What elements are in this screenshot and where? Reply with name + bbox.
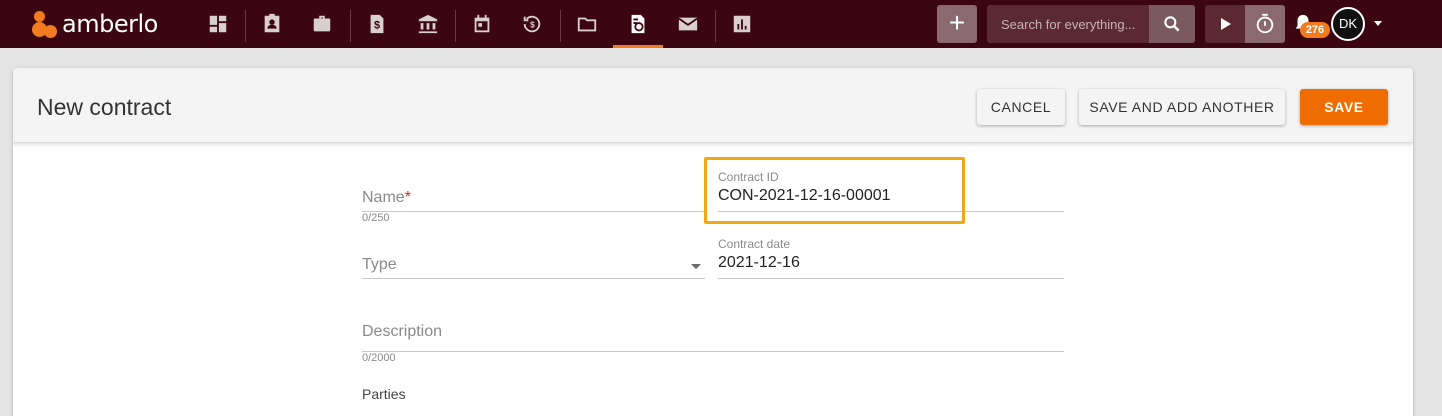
notification-count-badge: 276: [1300, 22, 1330, 38]
nav-contracts[interactable]: [613, 0, 663, 48]
nav-separator: [455, 10, 456, 42]
nav-dashboard[interactable]: [193, 0, 243, 48]
required-asterisk: *: [404, 189, 411, 206]
timer-button[interactable]: [1245, 5, 1285, 43]
briefcase-icon: [313, 15, 331, 32]
nav-billing[interactable]: $: [352, 0, 402, 48]
user-menu-chevron-down-icon[interactable]: [1374, 21, 1382, 26]
play-icon: [1221, 18, 1231, 30]
card-header: New contract CANCEL SAVE AND ADD ANOTHER…: [13, 68, 1413, 143]
search-icon: [1164, 16, 1180, 32]
type-placeholder: Type: [362, 256, 397, 273]
nav-separator: [560, 10, 561, 42]
new-contract-form-card: New contract CANCEL SAVE AND ADD ANOTHER…: [13, 68, 1413, 416]
quick-add-button[interactable]: +: [937, 5, 977, 43]
user-avatar[interactable]: DK: [1331, 7, 1365, 41]
search-input[interactable]: [987, 5, 1149, 43]
chevron-down-icon: [691, 264, 701, 269]
description-placeholder: Description: [362, 323, 443, 340]
svg-text:$: $: [374, 20, 380, 32]
contract-id-highlight-box: [704, 157, 965, 224]
global-search: [987, 5, 1195, 43]
nav-separator: [715, 10, 716, 42]
nav-contacts[interactable]: [247, 0, 297, 48]
nav-reports[interactable]: [717, 0, 767, 48]
svg-text:$: $: [530, 21, 535, 30]
save-button[interactable]: SAVE: [1300, 89, 1388, 125]
parties-section-label: Parties: [362, 386, 406, 402]
cancel-button[interactable]: CANCEL: [977, 89, 1065, 125]
name-placeholder: Name*: [362, 189, 411, 206]
type-select[interactable]: Type: [362, 253, 705, 279]
contract-date-label: Contract date: [718, 237, 791, 251]
save-and-add-another-button[interactable]: SAVE AND ADD ANOTHER: [1079, 89, 1285, 125]
nav-separator: [350, 10, 351, 42]
field-underline: [718, 278, 1064, 279]
reports-icon: [733, 15, 751, 33]
nav-time-entries[interactable]: $: [507, 0, 557, 48]
contacts-icon: [264, 13, 280, 33]
time-history-icon: $: [523, 15, 541, 33]
name-field[interactable]: Name*: [362, 186, 705, 212]
field-underline: [362, 211, 705, 212]
nav-banking[interactable]: [403, 0, 453, 48]
stopwatch-icon: [1256, 13, 1274, 34]
brand-name: amberlo: [62, 10, 158, 38]
contract-document-icon: [631, 14, 645, 34]
amberlo-logo-icon: [30, 9, 60, 39]
nav-mail[interactable]: [663, 0, 713, 48]
nav-separator: [245, 10, 246, 42]
page-title: New contract: [37, 94, 172, 120]
nav-matters[interactable]: [297, 0, 347, 48]
billing-icon: $: [370, 14, 384, 34]
mail-icon: [678, 17, 698, 31]
bank-icon: [418, 14, 438, 34]
nav-calendar[interactable]: [457, 0, 507, 48]
calendar-icon: [474, 14, 490, 33]
top-navigation-bar: amberlo $ $ + Search for everything... 2…: [0, 0, 1442, 48]
field-underline: [362, 351, 1064, 352]
contract-date-field[interactable]: Contract date 2021-12-16: [718, 237, 1064, 279]
field-underline: [362, 278, 705, 279]
description-field[interactable]: Description: [362, 320, 1064, 352]
start-timer-button[interactable]: [1205, 5, 1245, 43]
description-char-counter: 0/2000: [362, 352, 396, 364]
amberlo-logo[interactable]: amberlo: [30, 9, 158, 39]
dashboard-icon: [209, 15, 227, 33]
search-button[interactable]: [1149, 5, 1195, 43]
folder-icon: [577, 17, 597, 32]
name-char-counter: 0/250: [362, 212, 390, 224]
contract-date-value: 2021-12-16: [718, 254, 800, 271]
nav-documents[interactable]: [562, 0, 612, 48]
